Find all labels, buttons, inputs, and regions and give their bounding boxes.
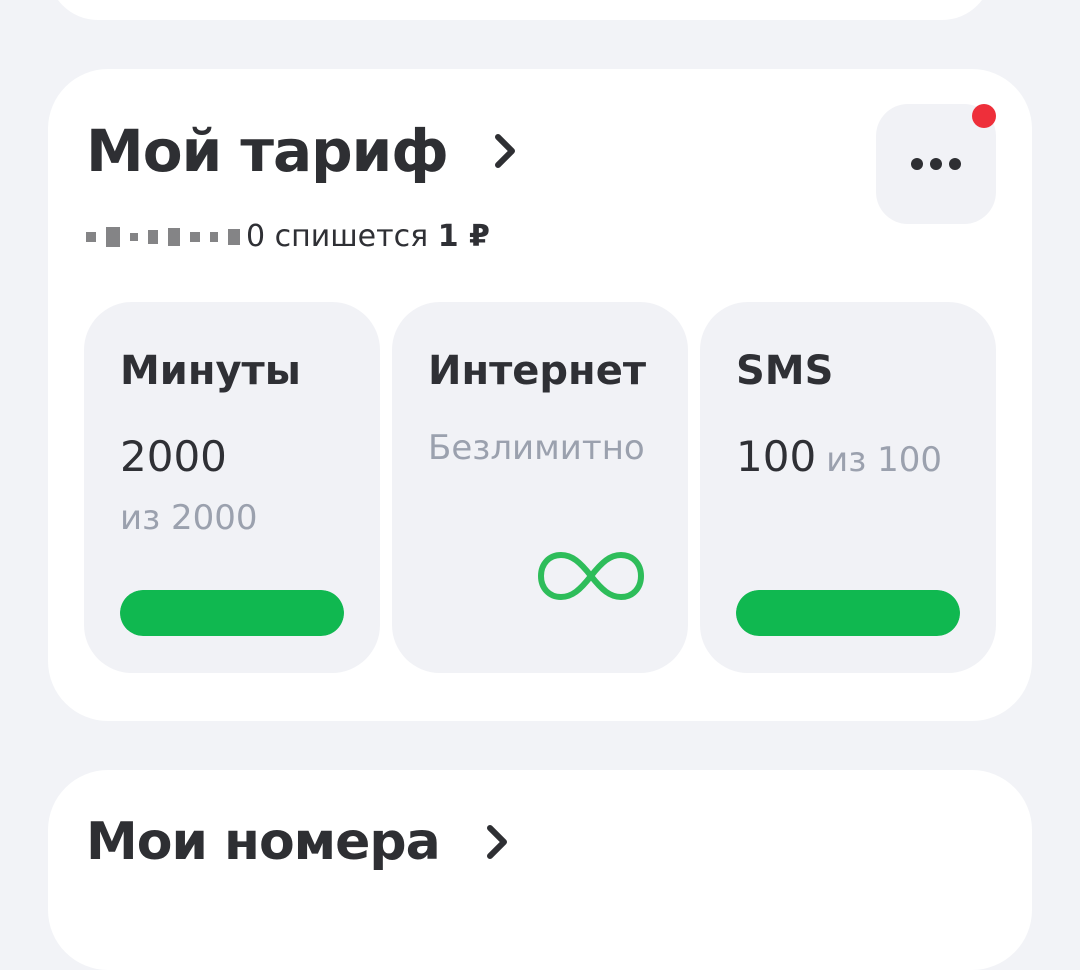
minutes-progress-bar [120,590,344,636]
notification-dot [972,104,996,128]
chevron-right-icon [486,825,507,859]
my-numbers-title: Мои номера [86,812,441,872]
sms-progress-fill [736,590,960,636]
minutes-tile[interactable]: Минуты 2000 из 2000 [84,302,380,673]
infinity-icon [538,552,644,600]
tariff-title-link[interactable]: Мой тариф [86,117,520,185]
minutes-value: 2000 [120,432,227,481]
minutes-title: Минуты [120,348,301,394]
masked-date [86,226,240,247]
sms-value: 100 [736,432,817,481]
charge-text: 0 спишется [246,219,429,254]
sms-tile[interactable]: SMS 100 из 100 [700,302,996,673]
charge-info: 0 спишется 1 ₽ [86,219,490,254]
internet-value: Безлимитно [428,428,645,468]
sms-total: из 100 [826,440,943,480]
tariff-card: Мой тариф 0 спишется 1 ₽ Минуты 2000 из … [48,69,1032,721]
sms-progress-bar [736,590,960,636]
sms-value-row: 100 из 100 [736,432,942,481]
internet-tile[interactable]: Интернет Безлимитно [392,302,688,673]
minutes-progress-fill [120,590,344,636]
sms-title: SMS [736,348,834,394]
minutes-total: из 2000 [120,498,258,538]
my-numbers-card: Мои номера [48,770,1032,970]
charge-amount: 1 ₽ [437,219,490,254]
internet-title: Интернет [428,348,647,394]
my-numbers-link[interactable]: Мои номера [86,812,512,872]
previous-card [48,0,992,20]
tariff-title: Мой тариф [86,117,449,185]
chevron-right-icon [494,134,515,168]
more-dots-icon [911,158,961,170]
